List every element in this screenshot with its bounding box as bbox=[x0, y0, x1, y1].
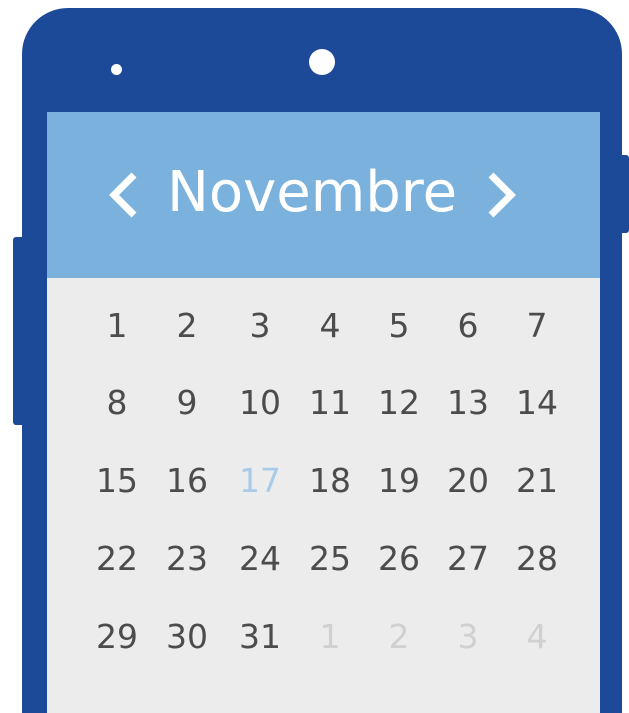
day-cell[interactable]: 5 bbox=[369, 301, 429, 351]
day-cell-other-month[interactable]: 2 bbox=[369, 612, 429, 662]
day-cell[interactable]: 30 bbox=[157, 612, 217, 662]
day-cell[interactable]: 14 bbox=[507, 378, 567, 428]
chevron-right-icon bbox=[488, 172, 516, 218]
calendar-screen: Novembre 1 2 3 4 5 6 7 8 9 10 11 12 13 14 15 16 17 18 19 20… bbox=[47, 112, 600, 713]
day-cell[interactable]: 11 bbox=[300, 378, 360, 428]
day-cell[interactable]: 27 bbox=[438, 534, 498, 584]
sensor-dot bbox=[111, 64, 122, 75]
day-cell-other-month[interactable]: 1 bbox=[300, 612, 360, 662]
day-cell[interactable]: 7 bbox=[507, 301, 567, 351]
month-title: Novembre bbox=[166, 160, 458, 225]
next-month-button[interactable] bbox=[479, 169, 523, 221]
day-cell[interactable]: 2 bbox=[157, 301, 217, 351]
day-cell[interactable]: 25 bbox=[300, 534, 360, 584]
day-cell[interactable]: 1 bbox=[87, 301, 147, 351]
day-cell[interactable]: 10 bbox=[230, 378, 290, 428]
day-cell[interactable]: 9 bbox=[157, 378, 217, 428]
day-cell[interactable]: 16 bbox=[157, 456, 217, 506]
day-cell[interactable]: 20 bbox=[438, 456, 498, 506]
day-cell[interactable]: 22 bbox=[87, 534, 147, 584]
day-cell[interactable]: 12 bbox=[369, 378, 429, 428]
day-cell[interactable]: 21 bbox=[507, 456, 567, 506]
day-cell[interactable]: 19 bbox=[369, 456, 429, 506]
chevron-left-icon bbox=[109, 172, 137, 218]
day-cell[interactable]: 31 bbox=[230, 612, 290, 662]
day-cell[interactable]: 29 bbox=[87, 612, 147, 662]
day-cell[interactable]: 28 bbox=[507, 534, 567, 584]
day-cell[interactable]: 6 bbox=[438, 301, 498, 351]
day-cell[interactable]: 23 bbox=[157, 534, 217, 584]
day-cell[interactable]: 8 bbox=[87, 378, 147, 428]
day-cell[interactable]: 4 bbox=[300, 301, 360, 351]
day-cell[interactable]: 24 bbox=[230, 534, 290, 584]
prev-month-button[interactable] bbox=[102, 169, 146, 221]
calendar-header: Novembre bbox=[47, 112, 600, 278]
app-illustration: Novembre 1 2 3 4 5 6 7 8 9 10 11 12 13 14 15 16 17 18 19 20… bbox=[0, 0, 629, 713]
day-cell[interactable]: 26 bbox=[369, 534, 429, 584]
day-cell-selected[interactable]: 17 bbox=[230, 456, 290, 506]
day-cell-other-month[interactable]: 4 bbox=[507, 612, 567, 662]
day-cell[interactable]: 13 bbox=[438, 378, 498, 428]
camera-dot bbox=[309, 49, 335, 75]
day-cell[interactable]: 15 bbox=[87, 456, 147, 506]
day-cell-other-month[interactable]: 3 bbox=[438, 612, 498, 662]
day-cell[interactable]: 3 bbox=[230, 301, 290, 351]
day-cell[interactable]: 18 bbox=[300, 456, 360, 506]
day-grid: 1 2 3 4 5 6 7 8 9 10 11 12 13 14 15 16 17 18 19 20 21 22 23 24 2… bbox=[47, 278, 600, 713]
